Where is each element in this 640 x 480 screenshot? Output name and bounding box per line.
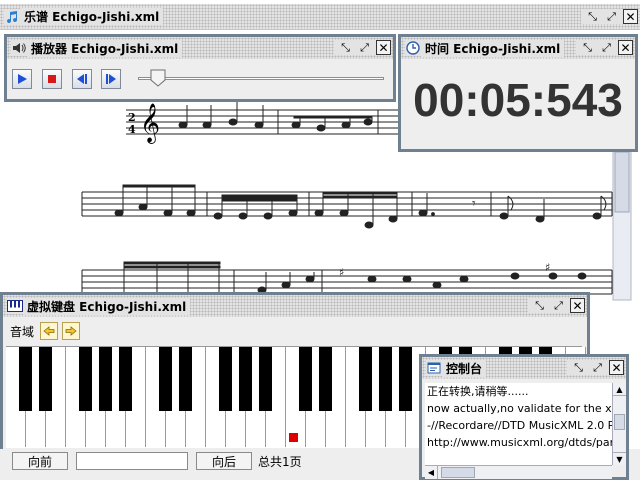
score-window-title: 乐谱 Echigo-Jishi.xml [20, 8, 164, 25]
iconify-icon[interactable]: ⤡ [532, 298, 547, 313]
iconify-icon[interactable]: ⤡ [585, 9, 600, 24]
console-line: 正在转换,请稍等...... [427, 385, 529, 398]
forward-button[interactable] [101, 69, 121, 89]
stop-icon [48, 75, 56, 83]
range-left-button[interactable] [40, 322, 59, 340]
black-key[interactable] [159, 347, 172, 411]
keyboard-window-title: 虚拟键盘 Echigo-Jishi.xml [23, 297, 191, 315]
close-icon[interactable]: ✕ [623, 9, 638, 24]
music-note-icon [4, 8, 20, 25]
black-key[interactable] [299, 347, 312, 411]
black-key[interactable] [19, 347, 32, 411]
pressed-key-marker [289, 433, 298, 442]
scroll-up-icon[interactable]: ▲ [613, 383, 626, 396]
black-key[interactable] [359, 347, 372, 411]
scroll-down-icon[interactable]: ▼ [613, 452, 626, 465]
arrow-left-icon [43, 326, 55, 336]
elapsed-time-display: 00:05:543 [413, 74, 623, 126]
sharp-sign: ♯ [545, 261, 550, 274]
scroll-thumb[interactable] [441, 467, 475, 478]
player-window-title: 播放器 Echigo-Jishi.xml [27, 39, 183, 57]
console-window-title: 控制台 [442, 359, 487, 377]
score-window-titlebar[interactable]: 乐谱 Echigo-Jishi.xml ⤡ ⤢ ✕ [0, 4, 640, 30]
black-key[interactable] [239, 347, 252, 411]
sharp-sign: ♯ [339, 266, 344, 279]
iconify-icon[interactable]: ⤡ [580, 40, 595, 55]
close-icon[interactable]: ✕ [618, 40, 633, 55]
maximize-icon[interactable]: ⤢ [599, 40, 614, 55]
black-key[interactable] [399, 347, 412, 411]
black-key[interactable] [259, 347, 272, 411]
piano-keys-icon [7, 298, 23, 314]
next-page-button[interactable]: 向后 [196, 452, 252, 470]
total-pages-label: 总共1页 [258, 455, 302, 469]
play-icon [18, 74, 27, 84]
previous-page-label: 向前 [27, 454, 52, 469]
console-line: http://www.musicxml.org/dtds/partwise.dt… [427, 436, 612, 449]
eighth-rest: 𝄾 [472, 196, 476, 212]
console-window: 控制台 ⤡ ⤢ ✕ 正在转换,请稍等...... now actually,no… [419, 354, 629, 480]
close-icon[interactable]: ✕ [609, 360, 624, 375]
next-page-label: 向后 [211, 454, 236, 469]
stop-button[interactable] [42, 69, 62, 89]
player-window-titlebar[interactable]: 播放器 Echigo-Jishi.xml ⤡ ⤢ ✕ [7, 37, 393, 59]
maximize-icon[interactable]: ⤢ [551, 298, 566, 313]
maximize-icon[interactable]: ⤢ [590, 360, 605, 375]
close-icon[interactable]: ✕ [570, 298, 585, 313]
treble-clef: 𝄞 [140, 103, 160, 144]
timer-window-title: 时间 Echigo-Jishi.xml [421, 39, 565, 57]
console-horizontal-scrollbar[interactable]: ◀ [425, 465, 612, 479]
close-icon[interactable]: ✕ [376, 40, 391, 55]
range-label: 音域 [10, 324, 35, 339]
previous-page-button[interactable]: 向前 [12, 452, 68, 470]
rewind-icon [77, 74, 87, 84]
arrow-right-icon [65, 326, 77, 336]
range-right-button[interactable] [62, 322, 81, 340]
scroll-thumb[interactable] [614, 414, 625, 430]
black-key[interactable] [99, 347, 112, 411]
black-key[interactable] [379, 347, 392, 411]
console-window-titlebar[interactable]: 控制台 ⤡ ⤢ ✕ [422, 357, 626, 379]
console-line: -//Recordare//DTD MusicXML 2.0 Partwise/… [427, 419, 612, 432]
timer-window: 时间 Echigo-Jishi.xml ⤡ ⤢ ✕ 00:05:543 [398, 34, 638, 152]
player-window: 播放器 Echigo-Jishi.xml ⤡ ⤢ ✕ [4, 34, 396, 102]
clock-icon [405, 40, 421, 56]
keyboard-window-titlebar[interactable]: 虚拟键盘 Echigo-Jishi.xml ⤡ ⤢ ✕ [3, 295, 587, 317]
iconify-icon[interactable]: ⤡ [338, 40, 353, 55]
console-output[interactable]: 正在转换,请稍等...... now actually,no validate … [425, 383, 612, 465]
playback-slider-thumb[interactable] [150, 69, 166, 87]
forward-icon [106, 74, 116, 84]
speaker-icon [11, 40, 27, 56]
page-number-field[interactable] [76, 452, 188, 470]
timer-window-titlebar[interactable]: 时间 Echigo-Jishi.xml ⤡ ⤢ ✕ [401, 37, 635, 59]
maximize-icon[interactable]: ⤢ [604, 9, 619, 24]
black-key[interactable] [39, 347, 52, 411]
time-signature-bottom: 4 [128, 123, 136, 136]
rewind-button[interactable] [72, 69, 92, 89]
playback-slider-track[interactable] [138, 77, 384, 80]
maximize-icon[interactable]: ⤢ [357, 40, 372, 55]
console-vertical-scrollbar[interactable]: ▲ ▼ [612, 383, 626, 465]
black-key[interactable] [119, 347, 132, 411]
play-button[interactable] [12, 69, 32, 89]
console-line: now actually,no validate for the xml [427, 402, 612, 415]
iconify-icon[interactable]: ⤡ [571, 360, 586, 375]
black-key[interactable] [79, 347, 92, 411]
keyboard-toolbar: 音域 [10, 318, 81, 344]
black-key[interactable] [219, 347, 232, 411]
console-icon [426, 360, 442, 376]
black-key[interactable] [319, 347, 332, 411]
black-key[interactable] [179, 347, 192, 411]
scroll-left-icon[interactable]: ◀ [425, 466, 438, 479]
